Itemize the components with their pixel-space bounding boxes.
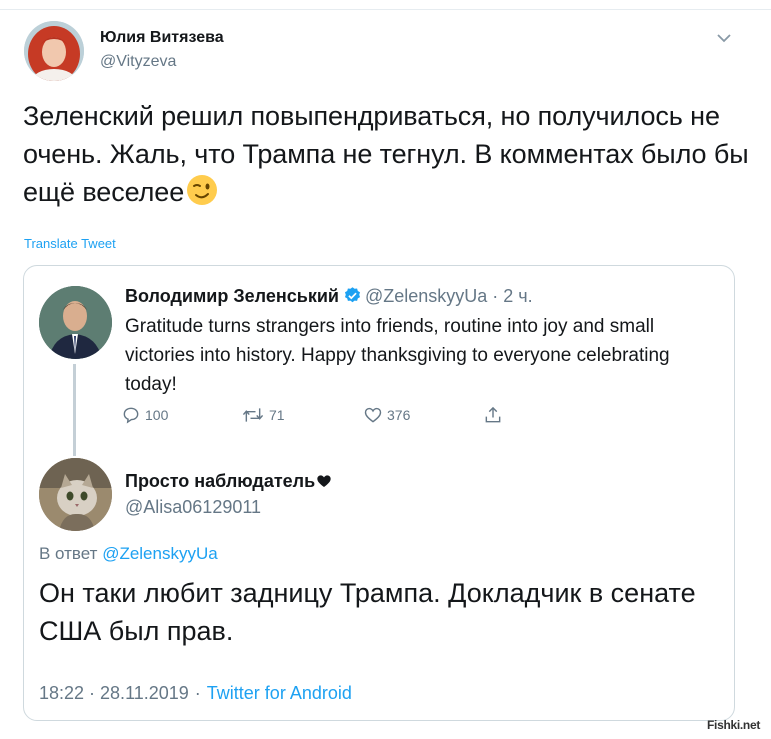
dot-separator: · <box>487 286 504 306</box>
reply-to-prefix: В ответ <box>39 544 98 563</box>
author-avatar[interactable] <box>24 21 84 81</box>
share-action[interactable] <box>483 405 503 425</box>
reply-tweet-text: Он таки любит задницу Трампа. Докладчик … <box>39 578 696 646</box>
verified-badge-icon <box>343 286 362 305</box>
original-tweet-text: Gratitude turns strangers into friends, … <box>125 316 670 395</box>
embedded-screenshot-card: Володимир Зеленський @ZelenskyyUa · 2 ч. … <box>23 265 735 721</box>
like-action[interactable]: 376 <box>363 405 410 425</box>
black-heart-icon <box>316 473 332 489</box>
heart-icon <box>363 405 383 425</box>
original-tweet-header: Володимир Зеленський @ZelenskyyUa · 2 ч. <box>125 286 533 307</box>
reply-count: 100 <box>145 407 169 423</box>
retweet-count: 71 <box>269 407 285 423</box>
like-count: 376 <box>387 407 411 423</box>
site-watermark: Fishki.net <box>707 718 761 732</box>
original-author-name[interactable]: Володимир Зеленський <box>125 286 339 306</box>
reply-to-mention[interactable]: @ZelenskyyUa <box>102 544 218 563</box>
reply-author-handle[interactable]: @Alisa06129011 <box>125 497 261 518</box>
retweet-action[interactable]: 71 <box>241 405 285 425</box>
original-author-handle[interactable]: @ZelenskyyUa <box>365 286 487 306</box>
chevron-down-icon[interactable] <box>712 26 736 50</box>
top-divider <box>0 9 771 10</box>
original-tweet-actions: 100 71 376 <box>121 405 541 427</box>
reply-icon <box>121 405 141 425</box>
reply-author-name[interactable]: Просто наблюдатель <box>125 471 315 491</box>
original-author-avatar[interactable] <box>39 286 112 359</box>
original-tweet-time[interactable]: 2 ч. <box>503 286 532 306</box>
reply-action[interactable]: 100 <box>121 405 168 425</box>
reply-meta: 18:22 · 28.11.2019 · Twitter for Android <box>39 683 352 704</box>
reply-to-line: В ответ @ZelenskyyUa <box>39 544 218 564</box>
reply-source-link[interactable]: Twitter for Android <box>207 683 352 703</box>
author-handle[interactable]: @Vityzeva <box>100 53 176 71</box>
reply-timestamp[interactable]: 18:22 · 28.11.2019 <box>39 683 189 703</box>
share-icon <box>483 405 503 425</box>
thread-connector-line <box>73 364 76 456</box>
translate-tweet-link[interactable]: Translate Tweet <box>24 236 116 251</box>
reply-author-avatar[interactable] <box>39 458 112 531</box>
wink-emoji-icon <box>186 174 218 206</box>
reply-author-name-line: Просто наблюдатель <box>125 471 332 492</box>
dot-separator: · <box>194 683 201 703</box>
tweet-text-content: Зеленский решил повыпендриваться, но пол… <box>23 101 749 207</box>
retweet-icon <box>241 405 265 425</box>
author-name[interactable]: Юлия Витязева <box>100 29 224 47</box>
tweet-text: Зеленский решил повыпендриваться, но пол… <box>23 97 753 211</box>
